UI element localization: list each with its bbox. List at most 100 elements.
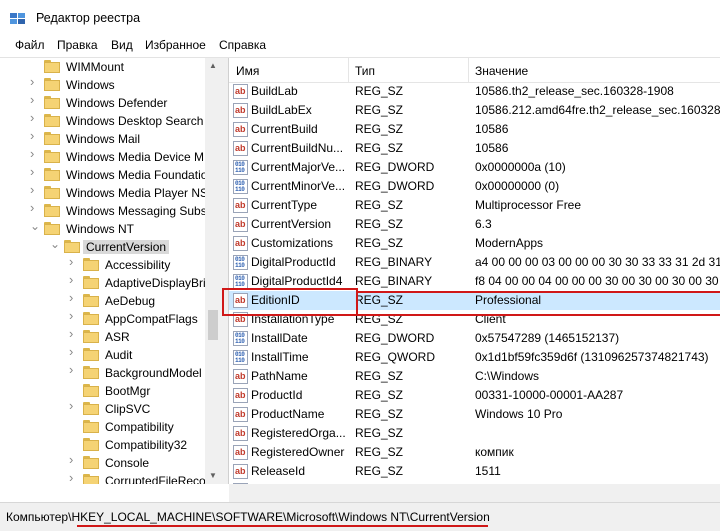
chevron-right-icon[interactable]: › (69, 255, 77, 268)
tree-node[interactable]: › CorruptedFileReco (0, 471, 205, 484)
folder-icon (44, 168, 60, 181)
folder-icon (44, 96, 60, 109)
chevron-right-icon[interactable]: › (69, 273, 77, 286)
column-header-type[interactable]: Тип (355, 64, 375, 78)
chevron-right-icon[interactable]: › (30, 111, 38, 124)
tree-node-label: CurrentVersion (83, 240, 170, 254)
registry-values-list[interactable]: Имя Тип Значение ab BuildLab REG_SZ 10586.t… (229, 58, 720, 502)
tree-node[interactable]: › AeDebug (0, 291, 205, 310)
registry-value-row[interactable]: ab Customizations REG_SZ ModernApps (229, 234, 720, 253)
chevron-right-icon[interactable]: › (69, 363, 77, 376)
value-type: REG_SZ (355, 407, 404, 421)
column-divider[interactable] (348, 58, 349, 82)
scroll-up-arrow-icon[interactable]: ▲ (205, 58, 221, 74)
registry-value-row[interactable]: 010 110 InstallTime REG_QWORD 0x1d1bf59fc359… (229, 348, 720, 367)
chevron-right-icon[interactable]: › (30, 75, 38, 88)
registry-value-row[interactable]: ab PathName REG_SZ C:\Windows (229, 367, 720, 386)
chevron-down-icon[interactable]: ⌄ (50, 238, 60, 250)
tree-node-label: Compatibility (105, 420, 174, 434)
folder-icon (44, 186, 60, 199)
registry-value-row[interactable]: ab CurrentBuildNu... REG_SZ 10586 (229, 139, 720, 158)
registry-value-row[interactable]: ab RegisteredOrga... REG_SZ (229, 424, 720, 443)
tree-node[interactable]: › ClipSVC (0, 399, 205, 418)
value-name: DigitalProductId4 (251, 274, 343, 288)
registry-value-row[interactable]: ab CurrentType REG_SZ Multiprocessor Free (229, 196, 720, 215)
value-name: RegisteredOwner (251, 445, 345, 459)
tree-node-label: CorruptedFileReco (105, 474, 205, 484)
chevron-right-icon[interactable]: › (30, 201, 38, 214)
chevron-right-icon[interactable]: › (69, 309, 77, 322)
tree-node-label: Compatibility32 (105, 438, 188, 452)
tree-node[interactable]: › ASR (0, 327, 205, 346)
list-horizontal-scrollbar[interactable] (229, 484, 720, 502)
value-data: 1511 (475, 464, 501, 478)
registry-value-row[interactable]: 010 110 CurrentMinorVe... REG_DWORD 0x000000… (229, 177, 720, 196)
column-header-name[interactable]: Имя (236, 64, 259, 78)
value-data: 10586 (475, 141, 509, 155)
tree-node[interactable]: Compatibility32 (0, 436, 205, 454)
registry-value-row[interactable]: ab ProductId REG_SZ 00331-10000-00001-AA287 (229, 386, 720, 405)
chevron-right-icon[interactable]: › (30, 165, 38, 178)
column-divider[interactable] (468, 58, 469, 82)
value-type: REG_SZ (355, 122, 404, 136)
chevron-right-icon[interactable]: › (30, 93, 38, 106)
scroll-down-arrow-icon[interactable]: ▼ (205, 468, 221, 484)
chevron-right-icon[interactable]: › (69, 471, 77, 484)
tree-node[interactable]: ⌄ CurrentVersion (0, 238, 205, 256)
tree-node[interactable]: › Console (0, 453, 205, 472)
tree-node[interactable]: BootMgr (0, 382, 205, 400)
chevron-right-icon[interactable]: › (30, 183, 38, 196)
annotation-highlight-box (222, 288, 358, 316)
registry-value-row[interactable]: ab RegisteredOwner REG_SZ компик (229, 443, 720, 462)
chevron-right-icon[interactable]: › (69, 291, 77, 304)
registry-value-row[interactable]: ab ProductName REG_SZ Windows 10 Pro (229, 405, 720, 424)
column-header-value[interactable]: Значение (475, 64, 528, 78)
chevron-right-icon[interactable]: › (69, 345, 77, 358)
registry-value-row[interactable]: ab ReleaseId REG_SZ 1511 (229, 462, 720, 481)
chevron-right-icon[interactable]: › (69, 399, 77, 412)
folder-icon (83, 456, 99, 469)
tree-vertical-scrollbar[interactable]: ▲ ▼ (205, 58, 221, 484)
registry-value-row[interactable]: ab CurrentBuild REG_SZ 10586 (229, 120, 720, 139)
tree-node[interactable]: › Windows Messaging Subs (0, 201, 205, 220)
scroll-thumb[interactable] (208, 310, 218, 340)
registry-value-row[interactable]: ab BuildLabEx REG_SZ 10586.212.amd64fre.th2… (229, 101, 720, 120)
tree-node[interactable]: › BackgroundModel (0, 363, 205, 382)
value-type: REG_DWORD (355, 160, 435, 174)
status-path: Компьютер\HKEY_LOCAL_MACHINE\SOFTWARE\Mi… (6, 510, 490, 524)
value-name: InstallDate (251, 331, 308, 345)
chevron-right-icon[interactable]: › (30, 129, 38, 142)
registry-value-row[interactable]: 010 110 DigitalProductId REG_BINARY a4 00 00… (229, 253, 720, 272)
registry-value-row[interactable]: ab BuildLab REG_SZ 10586.th2_release_sec.16… (229, 82, 720, 101)
chevron-down-icon[interactable]: ⌄ (30, 220, 40, 232)
registry-key-tree[interactable]: WIMMount › Windows › Windows Defender › Window… (0, 58, 205, 484)
tree-node[interactable]: › Audit (0, 345, 205, 364)
string-value-icon: ab (233, 464, 248, 479)
value-data: f8 04 00 00 04 00 00 00 30 00 30 00 30 0… (475, 274, 720, 288)
registry-value-row[interactable]: ab CurrentVersion REG_SZ 6.3 (229, 215, 720, 234)
menu-file[interactable]: Файл (15, 38, 45, 52)
tree-node[interactable]: › Accessibility (0, 255, 205, 274)
value-data: 10586.212.amd64fre.th2_release_sec.16032… (475, 103, 720, 117)
binary-value-icon: 010 110 (233, 350, 248, 365)
menu-view[interactable]: Вид (111, 38, 133, 52)
folder-icon (64, 240, 80, 253)
menu-edit[interactable]: Правка (57, 38, 98, 52)
value-type: REG_SZ (355, 369, 404, 383)
menu-favorites[interactable]: Избранное (145, 38, 206, 52)
tree-node[interactable]: › AdaptiveDisplayBri (0, 273, 205, 292)
registry-value-row[interactable]: 010 110 InstallDate REG_DWORD 0x57547289 (14… (229, 329, 720, 348)
value-data: Windows 10 Pro (475, 407, 563, 421)
tree-node[interactable]: Compatibility (0, 418, 205, 436)
chevron-right-icon[interactable]: › (69, 327, 77, 340)
regedit-app-icon (10, 13, 25, 24)
value-name: CurrentVersion (251, 217, 332, 231)
menu-help[interactable]: Справка (219, 38, 266, 52)
registry-value-row[interactable]: 010 110 CurrentMajorVe... REG_DWORD 0x000000… (229, 158, 720, 177)
value-type: REG_SZ (355, 141, 404, 155)
chevron-right-icon[interactable]: › (69, 453, 77, 466)
tree-node[interactable]: › AppCompatFlags (0, 309, 205, 328)
tree-node[interactable]: ⌄ Windows NT (0, 220, 205, 238)
chevron-right-icon[interactable]: › (30, 147, 38, 160)
